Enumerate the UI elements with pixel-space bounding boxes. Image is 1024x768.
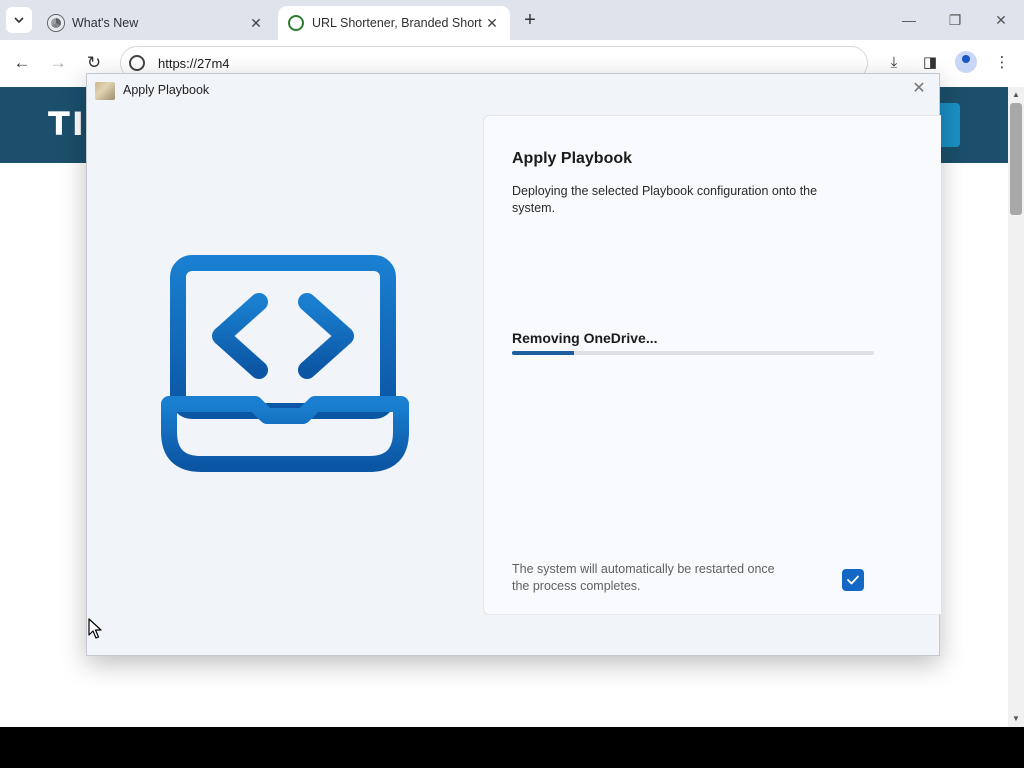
- side-panel-icon[interactable]: ◨: [919, 52, 941, 74]
- tab-whats-new[interactable]: What's New ✕: [38, 6, 274, 40]
- page-scrollbar[interactable]: ▲ ▼: [1008, 87, 1024, 727]
- tab-close-icon[interactable]: ✕: [248, 15, 264, 32]
- progress-panel: Apply Playbook Deploying the selected Pl…: [483, 115, 941, 615]
- profile-avatar[interactable]: [955, 51, 977, 73]
- app-icon: [95, 82, 115, 100]
- apply-playbook-dialog: Apply Playbook ✕ Apply Playbook Deployin…: [86, 73, 941, 656]
- browser-tabstrip: What's New ✕ URL Shortener, Branded Shor…: [0, 0, 1024, 40]
- back-button[interactable]: ←: [10, 52, 34, 74]
- tab-title: URL Shortener, Branded Short L: [312, 16, 484, 30]
- tab-title: What's New: [72, 16, 139, 30]
- download-icon[interactable]: ⤓: [883, 52, 905, 74]
- panel-description: Deploying the selected Playbook configur…: [512, 184, 818, 215]
- new-tab-button[interactable]: +: [520, 9, 540, 31]
- tab-url-shortener[interactable]: URL Shortener, Branded Short L ✕: [278, 6, 510, 40]
- menu-kebab-icon[interactable]: ⋮: [991, 52, 1013, 74]
- dialog-title: Apply Playbook: [123, 83, 210, 97]
- laptop-code-icon: [161, 255, 409, 472]
- forward-button[interactable]: →: [46, 52, 70, 74]
- url-text: https://27m4: [158, 56, 230, 71]
- dialog-close-icon[interactable]: ✕: [909, 79, 929, 99]
- scrollbar-thumb[interactable]: [1010, 103, 1022, 215]
- link-icon: [288, 15, 304, 31]
- globe-icon: [129, 55, 145, 71]
- chevron-down-icon: [14, 17, 24, 23]
- reload-button[interactable]: ↻: [82, 52, 106, 74]
- chrome-icon: [48, 15, 64, 31]
- window-close-icon[interactable]: ✕: [986, 8, 1016, 32]
- mouse-cursor-icon: [88, 618, 102, 639]
- scroll-up-icon[interactable]: ▲: [1008, 90, 1024, 99]
- tab-search-button[interactable]: [6, 7, 32, 33]
- restart-checkbox[interactable]: [842, 569, 864, 591]
- site-logo: TI: [48, 105, 86, 143]
- minimize-icon[interactable]: —: [894, 8, 924, 32]
- restore-icon[interactable]: ❐: [940, 8, 970, 32]
- scroll-down-icon[interactable]: ▼: [1008, 714, 1024, 723]
- panel-heading: Apply Playbook: [512, 150, 633, 167]
- dialog-titlebar[interactable]: Apply Playbook ✕: [87, 74, 939, 106]
- progress-fill: [512, 351, 574, 355]
- restart-note: The system will automatically be restart…: [512, 562, 775, 593]
- check-icon: [847, 575, 859, 585]
- tab-close-icon[interactable]: ✕: [484, 15, 500, 32]
- status-text: Removing OneDrive...: [512, 330, 658, 346]
- progress-bar: [512, 351, 874, 355]
